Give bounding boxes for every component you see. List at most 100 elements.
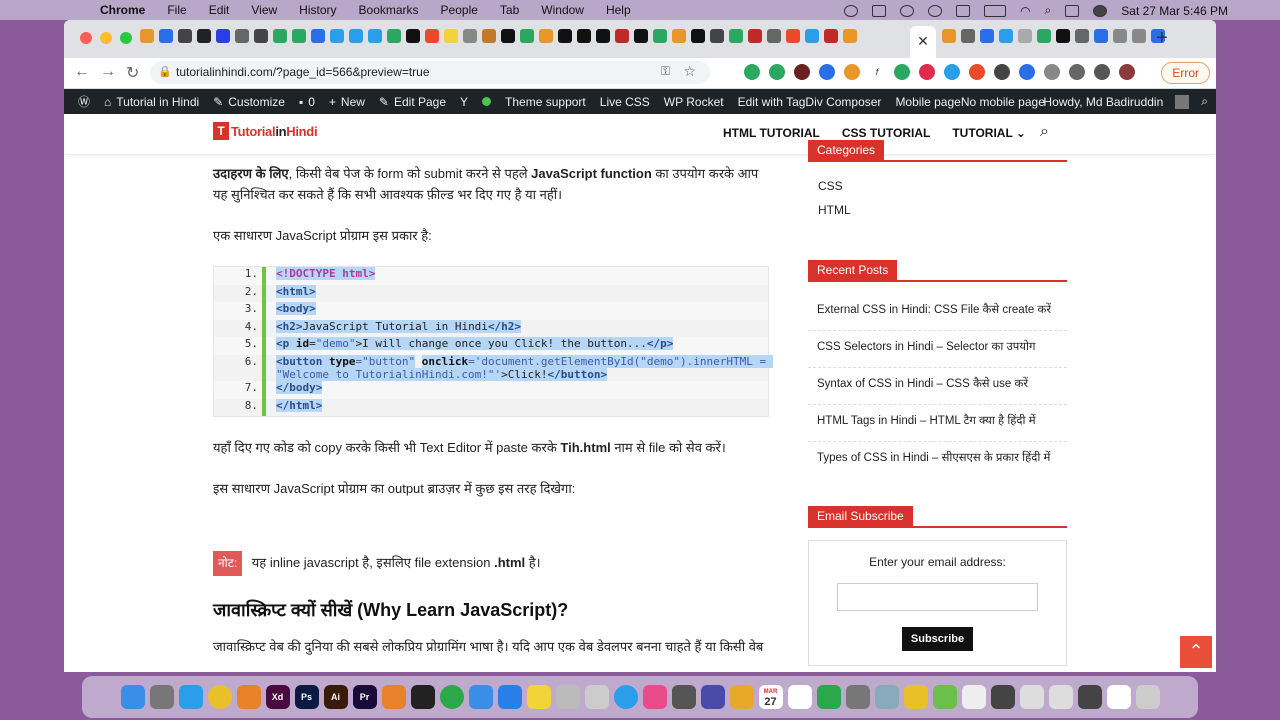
user-avatar-icon[interactable] [1093, 4, 1108, 17]
wp-avatar[interactable] [1175, 94, 1190, 109]
wp-customize-link[interactable]: ✎ Customize [213, 95, 285, 109]
window-thumbnail[interactable] [990, 685, 1015, 709]
tab-favicon[interactable] [653, 29, 667, 43]
app-store-icon[interactable] [497, 685, 522, 709]
launchpad-icon[interactable] [149, 685, 174, 709]
tab-favicon[interactable] [387, 29, 401, 43]
extension-icon[interactable] [919, 64, 935, 80]
wp-mobile-link[interactable]: Mobile pageNo mobile page [895, 95, 1044, 109]
tab-favicon[interactable] [197, 29, 211, 43]
tab-favicon[interactable] [805, 29, 819, 43]
tab-favicon[interactable] [843, 29, 857, 43]
nav-css-tutorial[interactable]: CSS TUTORIAL [842, 126, 930, 140]
extension-icon[interactable]: f [869, 64, 885, 80]
address-bar[interactable]: 🔒 tutorialinhindi.com/?page_id=566&previ… [150, 61, 710, 84]
menu-view[interactable]: View [251, 3, 277, 17]
extension-icon[interactable] [1044, 64, 1060, 80]
wp-live-css-link[interactable]: Live CSS [600, 95, 650, 109]
home-app-icon[interactable] [729, 685, 754, 709]
menu-help[interactable]: Help [606, 3, 631, 17]
record-icon[interactable] [844, 4, 859, 17]
error-button[interactable]: Error [1161, 62, 1210, 84]
mail-icon[interactable] [468, 685, 493, 709]
wordpress-logo-icon[interactable]: Ⓦ [78, 93, 90, 110]
sublime-icon[interactable] [381, 685, 406, 709]
recent-post-link[interactable]: Types of CSS in Hindi – सीएसएस के प्रकार… [808, 442, 1067, 478]
tab-favicon[interactable] [444, 29, 458, 43]
email-field[interactable] [837, 583, 1038, 611]
reminders-icon[interactable] [787, 685, 812, 709]
search-icon[interactable]: ⌕ [1201, 94, 1208, 109]
wp-edit-page-link[interactable]: ✎ Edit Page [379, 95, 446, 109]
tab-favicon[interactable] [634, 29, 648, 43]
document-icon[interactable] [961, 685, 986, 709]
forward-icon[interactable]: → [100, 63, 116, 81]
tab-favicon[interactable] [254, 29, 268, 43]
tab-favicon[interactable] [999, 29, 1013, 43]
recent-post-link[interactable]: External CSS in Hindi: CSS File कैसे cre… [808, 294, 1067, 331]
tab-favicon[interactable] [311, 29, 325, 43]
vlc-icon[interactable] [236, 685, 261, 709]
window-thumbnail[interactable] [1077, 685, 1102, 709]
safari-icon[interactable] [178, 685, 203, 709]
tab-favicon[interactable] [691, 29, 705, 43]
app-icon[interactable] [872, 4, 887, 17]
key-icon[interactable]: ⚿ [661, 64, 670, 79]
subscribe-button[interactable]: Subscribe [901, 627, 974, 651]
window-thumbnail[interactable] [1048, 685, 1073, 709]
android-icon[interactable] [932, 685, 957, 709]
tab-favicon[interactable] [767, 29, 781, 43]
extension-icon[interactable] [944, 64, 960, 80]
active-tab-close-icon[interactable]: ✕ [910, 26, 936, 58]
tab-favicon[interactable] [961, 29, 975, 43]
back-icon[interactable]: ← [74, 63, 90, 81]
utorrent-icon[interactable] [439, 685, 464, 709]
input-source-icon[interactable] [956, 4, 971, 17]
notes-icon[interactable] [526, 685, 551, 709]
numbers-icon[interactable] [816, 685, 841, 709]
play-icon[interactable] [928, 4, 943, 17]
wp-comments-link[interactable]: ▪ 0 [299, 95, 315, 109]
tab-favicon[interactable] [748, 29, 762, 43]
scroll-to-top-button[interactable]: ⌃ [1180, 636, 1212, 668]
finder-icon[interactable] [120, 685, 145, 709]
minimize-window-button[interactable] [100, 32, 112, 44]
new-tab-button[interactable]: + [1156, 27, 1168, 50]
tab-favicon[interactable] [596, 29, 610, 43]
nav-html-tutorial[interactable]: HTML TUTORIAL [723, 126, 820, 140]
tab-favicon[interactable] [558, 29, 572, 43]
tab-favicon[interactable] [159, 29, 173, 43]
document-icon[interactable] [1106, 685, 1131, 709]
menu-history[interactable]: History [299, 3, 336, 17]
tab-favicon[interactable] [1094, 29, 1108, 43]
extension-icon[interactable] [794, 64, 810, 80]
calculator-icon[interactable] [845, 685, 870, 709]
tab-favicon[interactable] [786, 29, 800, 43]
nav-tutorial[interactable]: TUTORIAL ⌄ [952, 126, 1026, 140]
siri-icon[interactable] [700, 685, 725, 709]
recent-post-link[interactable]: HTML Tags in Hindi – HTML टैग क्या है हि… [808, 405, 1067, 442]
extension-icon[interactable] [969, 64, 985, 80]
tab-favicon[interactable] [501, 29, 515, 43]
tab-favicon[interactable] [710, 29, 724, 43]
extension-icon[interactable] [894, 64, 910, 80]
tab-favicon[interactable] [235, 29, 249, 43]
extension-icon[interactable] [744, 64, 760, 80]
tab-favicon[interactable] [672, 29, 686, 43]
wp-site-link[interactable]: ⌂ Tutorial in Hindi [104, 95, 199, 109]
tab-favicon[interactable] [140, 29, 154, 43]
zoom-window-button[interactable] [120, 32, 132, 44]
yoast-icon[interactable]: Y [460, 95, 468, 109]
menu-file[interactable]: File [167, 3, 186, 17]
menu-people[interactable]: People [441, 3, 478, 17]
photos-icon[interactable] [642, 685, 667, 709]
creative-cloud-icon[interactable] [900, 4, 915, 17]
tab-favicon[interactable] [1132, 29, 1146, 43]
extension-icon[interactable] [844, 64, 860, 80]
extension-icon[interactable] [769, 64, 785, 80]
preview-icon[interactable] [555, 685, 580, 709]
xd-icon[interactable]: Xd [265, 685, 290, 709]
menu-window[interactable]: Window [541, 3, 584, 17]
tab-favicon[interactable] [729, 29, 743, 43]
reload-icon[interactable]: ↻ [126, 63, 139, 83]
